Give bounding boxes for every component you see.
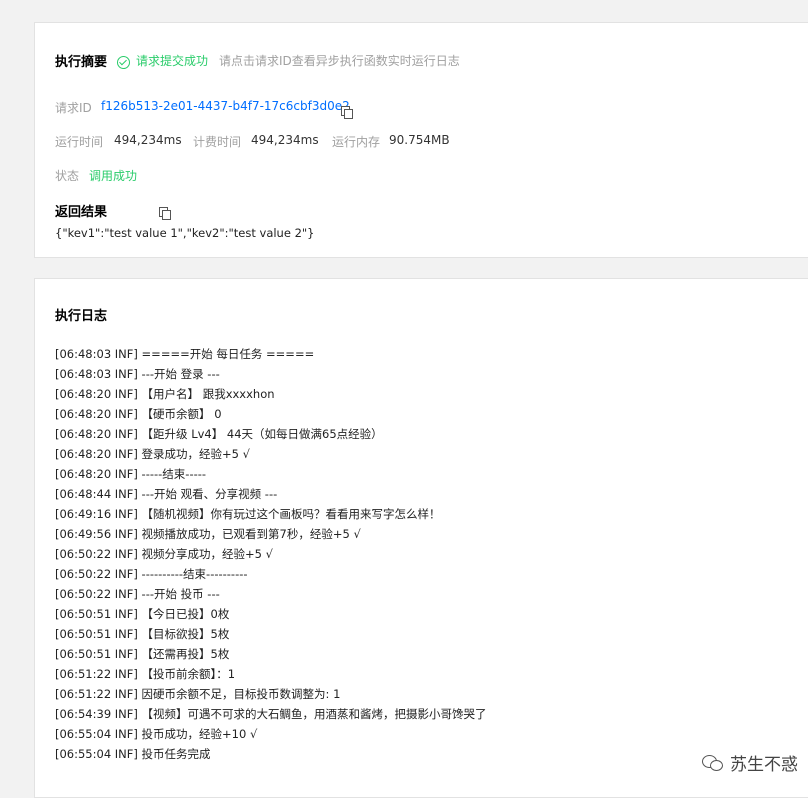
log-line: [06:51:22 INF] 【投币前余额】：1 bbox=[55, 667, 236, 681]
log-line: [06:50:22 INF] ----------结束---------- bbox=[55, 567, 248, 581]
log-line: [06:48:20 INF] 登录成功，经验+5 √ bbox=[55, 447, 250, 461]
log-line: [06:54:39 INF] 【视频】可遇不可求的大石鲷鱼，用酒蒸和酱烤，把摄影… bbox=[55, 707, 487, 721]
memory-label: 运行内存 bbox=[332, 135, 381, 149]
summary-card: 执行摘要 请求提交成功 请点击请求ID查看异步执行函数实时运行日志 请求ID f… bbox=[34, 22, 808, 258]
result-title: 返回结果 bbox=[55, 205, 108, 220]
log-line: [06:49:56 INF] 视频播放成功，已观看到第7秒，经验+5 √ bbox=[55, 527, 361, 541]
log-line: [06:48:44 INF] ---开始 观看、分享视频 --- bbox=[55, 487, 278, 501]
run-time-label: 运行时间 bbox=[55, 135, 104, 149]
log-line: [06:50:51 INF] 【还需再投】5枚 bbox=[55, 647, 230, 661]
log-line: [06:50:51 INF] 【目标欲投】5枚 bbox=[55, 627, 230, 641]
log-line: [06:48:20 INF] 【用户名】 跟我xxxxhon bbox=[55, 387, 275, 401]
request-id-label: 请求ID bbox=[55, 101, 92, 115]
log-lines: [06:48:03 INF] =====开始 每日任务 ===== [06:48… bbox=[55, 344, 487, 764]
copy-request-id-icon[interactable] bbox=[341, 106, 354, 119]
log-line: [06:51:22 INF] 因硬币余额不足，目标投币数调整为: 1 bbox=[55, 687, 341, 701]
wechat-icon bbox=[702, 754, 724, 771]
log-line: [06:48:03 INF] =====开始 每日任务 ===== bbox=[55, 347, 315, 361]
log-line: [06:55:04 INF] 投币成功，经验+10 √ bbox=[55, 727, 258, 741]
log-line: [06:48:20 INF] 【距升级 Lv4】 44天（如每日做满65点经验） bbox=[55, 427, 383, 441]
memory-value: 90.754MB bbox=[389, 133, 450, 147]
copy-result-icon[interactable] bbox=[159, 207, 172, 220]
request-id-link[interactable]: f126b513-2e01-4437-b4f7-17c6cbf3d0e2 bbox=[101, 99, 350, 113]
state-value: 调用成功 bbox=[89, 169, 138, 183]
billing-time-value: 494,234ms bbox=[251, 133, 319, 147]
log-line: [06:49:16 INF] 【随机视频】你有玩过这个画板吗？看看用来写字怎么样… bbox=[55, 507, 441, 521]
hint-text: 请点击请求ID查看异步执行函数实时运行日志 bbox=[219, 54, 460, 68]
log-title: 执行日志 bbox=[55, 309, 108, 324]
billing-time-label: 计费时间 bbox=[193, 135, 242, 149]
submit-status: 请求提交成功 bbox=[136, 54, 209, 68]
state-label: 状态 bbox=[55, 169, 80, 183]
log-line: [06:48:03 INF] ---开始 登录 --- bbox=[55, 367, 220, 381]
log-line: [06:50:22 INF] ---开始 投币 --- bbox=[55, 587, 220, 601]
log-line: [06:50:22 INF] 视频分享成功，经验+5 √ bbox=[55, 547, 273, 561]
log-line: [06:48:20 INF] -----结束----- bbox=[55, 467, 207, 481]
log-line: [06:50:51 INF] 【今日已投】0枚 bbox=[55, 607, 230, 621]
check-circle-icon bbox=[117, 56, 130, 69]
log-line: [06:48:20 INF] 【硬币余额】 0 bbox=[55, 407, 222, 421]
watermark: 苏生不惑 bbox=[702, 750, 798, 775]
result-json: {"kev1":"test value 1","kev2":"test valu… bbox=[55, 226, 315, 240]
log-card: 执行日志 [06:48:03 INF] =====开始 每日任务 ===== [… bbox=[34, 278, 808, 798]
watermark-text: 苏生不惑 bbox=[730, 755, 798, 775]
run-time-value: 494,234ms bbox=[114, 133, 182, 147]
log-line: [06:55:04 INF] 投币任务完成 bbox=[55, 747, 211, 761]
summary-title: 执行摘要 bbox=[55, 55, 108, 70]
